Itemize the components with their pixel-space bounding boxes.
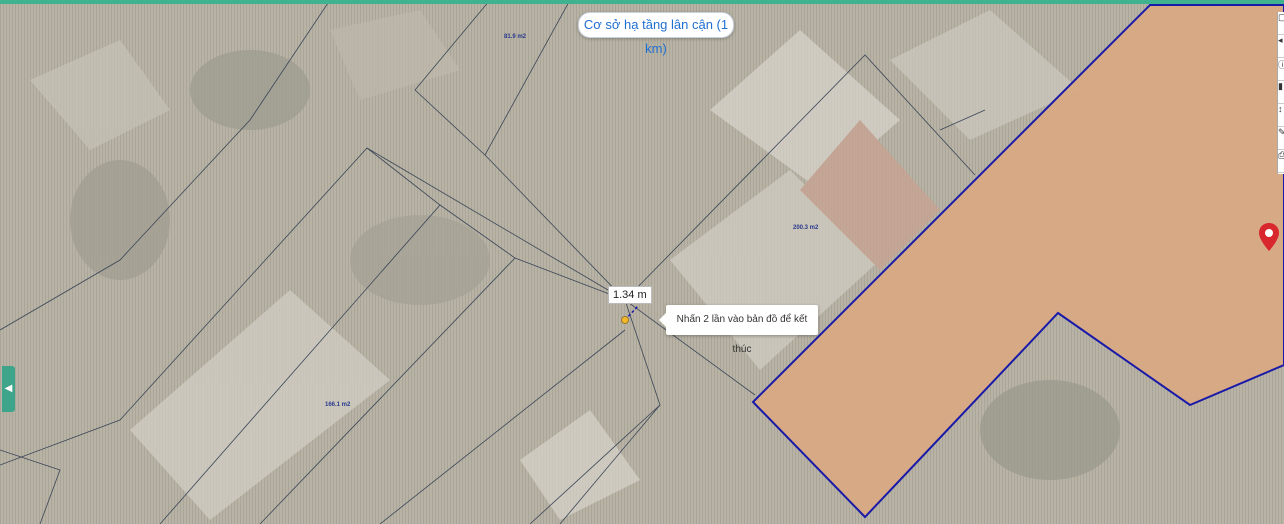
- back-icon[interactable]: ◂: [1278, 35, 1284, 58]
- location-marker-icon[interactable]: [1258, 222, 1280, 252]
- print-icon[interactable]: ⎙: [1278, 150, 1284, 173]
- draw-icon[interactable]: ✎: [1278, 127, 1284, 150]
- chevron-left-icon: ◀: [4, 383, 13, 394]
- satellite-map[interactable]: [0, 0, 1284, 524]
- measure-vertex[interactable]: [621, 316, 629, 324]
- top-accent-bar: [0, 0, 1284, 4]
- parcel-area-label: 81.9 m2: [504, 34, 527, 40]
- map-toolbar: ▢ ◂ ⓘ ▮ ↕ ✎ ⎙: [1277, 12, 1284, 174]
- info-icon[interactable]: ⓘ: [1278, 58, 1284, 81]
- nearby-infrastructure-button[interactable]: Cơ sở hạ tầng lân cận (1 km): [578, 12, 734, 56]
- zoom-icon[interactable]: ↕: [1278, 104, 1284, 127]
- parcel-area-label: 200.3 m2: [793, 225, 819, 231]
- parcel-area-label: 166.1 m2: [325, 402, 351, 408]
- ruler-icon[interactable]: ▮: [1278, 81, 1284, 104]
- measure-tooltip: Nhấn 2 lần vào bản đồ để kết thúc: [659, 305, 818, 355]
- layers-icon[interactable]: ▢: [1278, 12, 1284, 35]
- measurement-label: 1.34 m: [608, 286, 652, 304]
- collapse-panel-button[interactable]: ◀: [2, 366, 15, 412]
